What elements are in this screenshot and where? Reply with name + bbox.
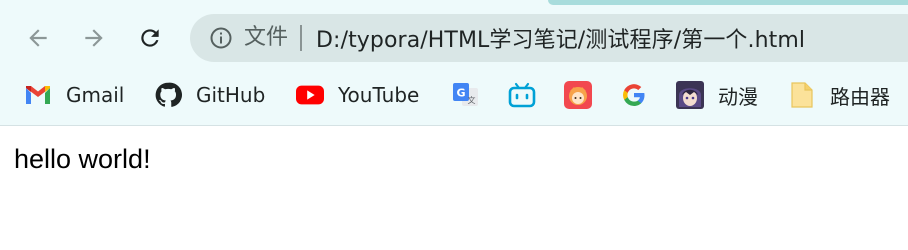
reload-button[interactable] bbox=[130, 18, 170, 58]
bookmark-bilibili[interactable] bbox=[508, 76, 536, 114]
google-icon bbox=[620, 81, 648, 109]
address-bar[interactable]: 文件 D:/typora/HTML学习笔记/测试程序/第一个.html bbox=[190, 14, 908, 62]
bookmark-label: Gmail bbox=[66, 83, 125, 107]
anime-avatar-icon bbox=[564, 81, 592, 109]
svg-text:文: 文 bbox=[468, 95, 476, 105]
url-text[interactable]: D:/typora/HTML学习笔记/测试程序/第一个.html bbox=[316, 22, 805, 54]
bookmark-google[interactable] bbox=[620, 76, 648, 114]
arrow-right-icon bbox=[85, 29, 103, 47]
bookmarks-bar: Gmail GitHub YouTube G 文 动漫 路由器 bbox=[0, 76, 908, 114]
toolbar: 文件 D:/typora/HTML学习笔记/测试程序/第一个.html bbox=[0, 12, 908, 64]
google-translate-icon: G 文 bbox=[452, 81, 480, 109]
folder-icon bbox=[788, 81, 816, 109]
site-info-chip[interactable]: 文件 bbox=[244, 27, 288, 49]
bookmark-label: YouTube bbox=[338, 83, 420, 107]
bookmark-youtube[interactable]: YouTube bbox=[296, 76, 419, 114]
browser-chrome: 文件 D:/typora/HTML学习笔记/测试程序/第一个.html Gmai… bbox=[0, 0, 908, 126]
chip-separator bbox=[300, 25, 303, 51]
anime-avatar-icon bbox=[676, 81, 704, 109]
svg-text:G: G bbox=[456, 87, 465, 100]
bookmark-label: 动漫 bbox=[718, 84, 758, 109]
bookmark-router[interactable]: 路由器 bbox=[788, 76, 890, 114]
tab-strip-accent bbox=[548, 0, 908, 5]
arrow-left-icon bbox=[29, 29, 47, 47]
reload-icon bbox=[141, 29, 159, 47]
page-text: hello world! bbox=[14, 144, 151, 174]
github-icon bbox=[154, 81, 182, 109]
bookmark-label: 路由器 bbox=[830, 84, 890, 109]
youtube-icon bbox=[296, 81, 324, 109]
bookmark-label: GitHub bbox=[196, 83, 266, 107]
bookmark-anime[interactable]: 动漫 bbox=[676, 76, 758, 114]
bookmark-anime-site[interactable] bbox=[564, 76, 592, 114]
bookmark-gmail[interactable]: Gmail bbox=[24, 76, 124, 114]
bookmark-google-translate[interactable]: G 文 bbox=[452, 76, 480, 114]
info-circle-icon[interactable] bbox=[208, 25, 234, 51]
back-button[interactable] bbox=[18, 18, 58, 58]
bookmark-github[interactable]: GitHub bbox=[154, 76, 265, 114]
bilibili-icon bbox=[508, 81, 536, 109]
gmail-icon bbox=[24, 81, 52, 109]
page-content: hello world! bbox=[0, 126, 908, 250]
forward-button[interactable] bbox=[74, 18, 114, 58]
